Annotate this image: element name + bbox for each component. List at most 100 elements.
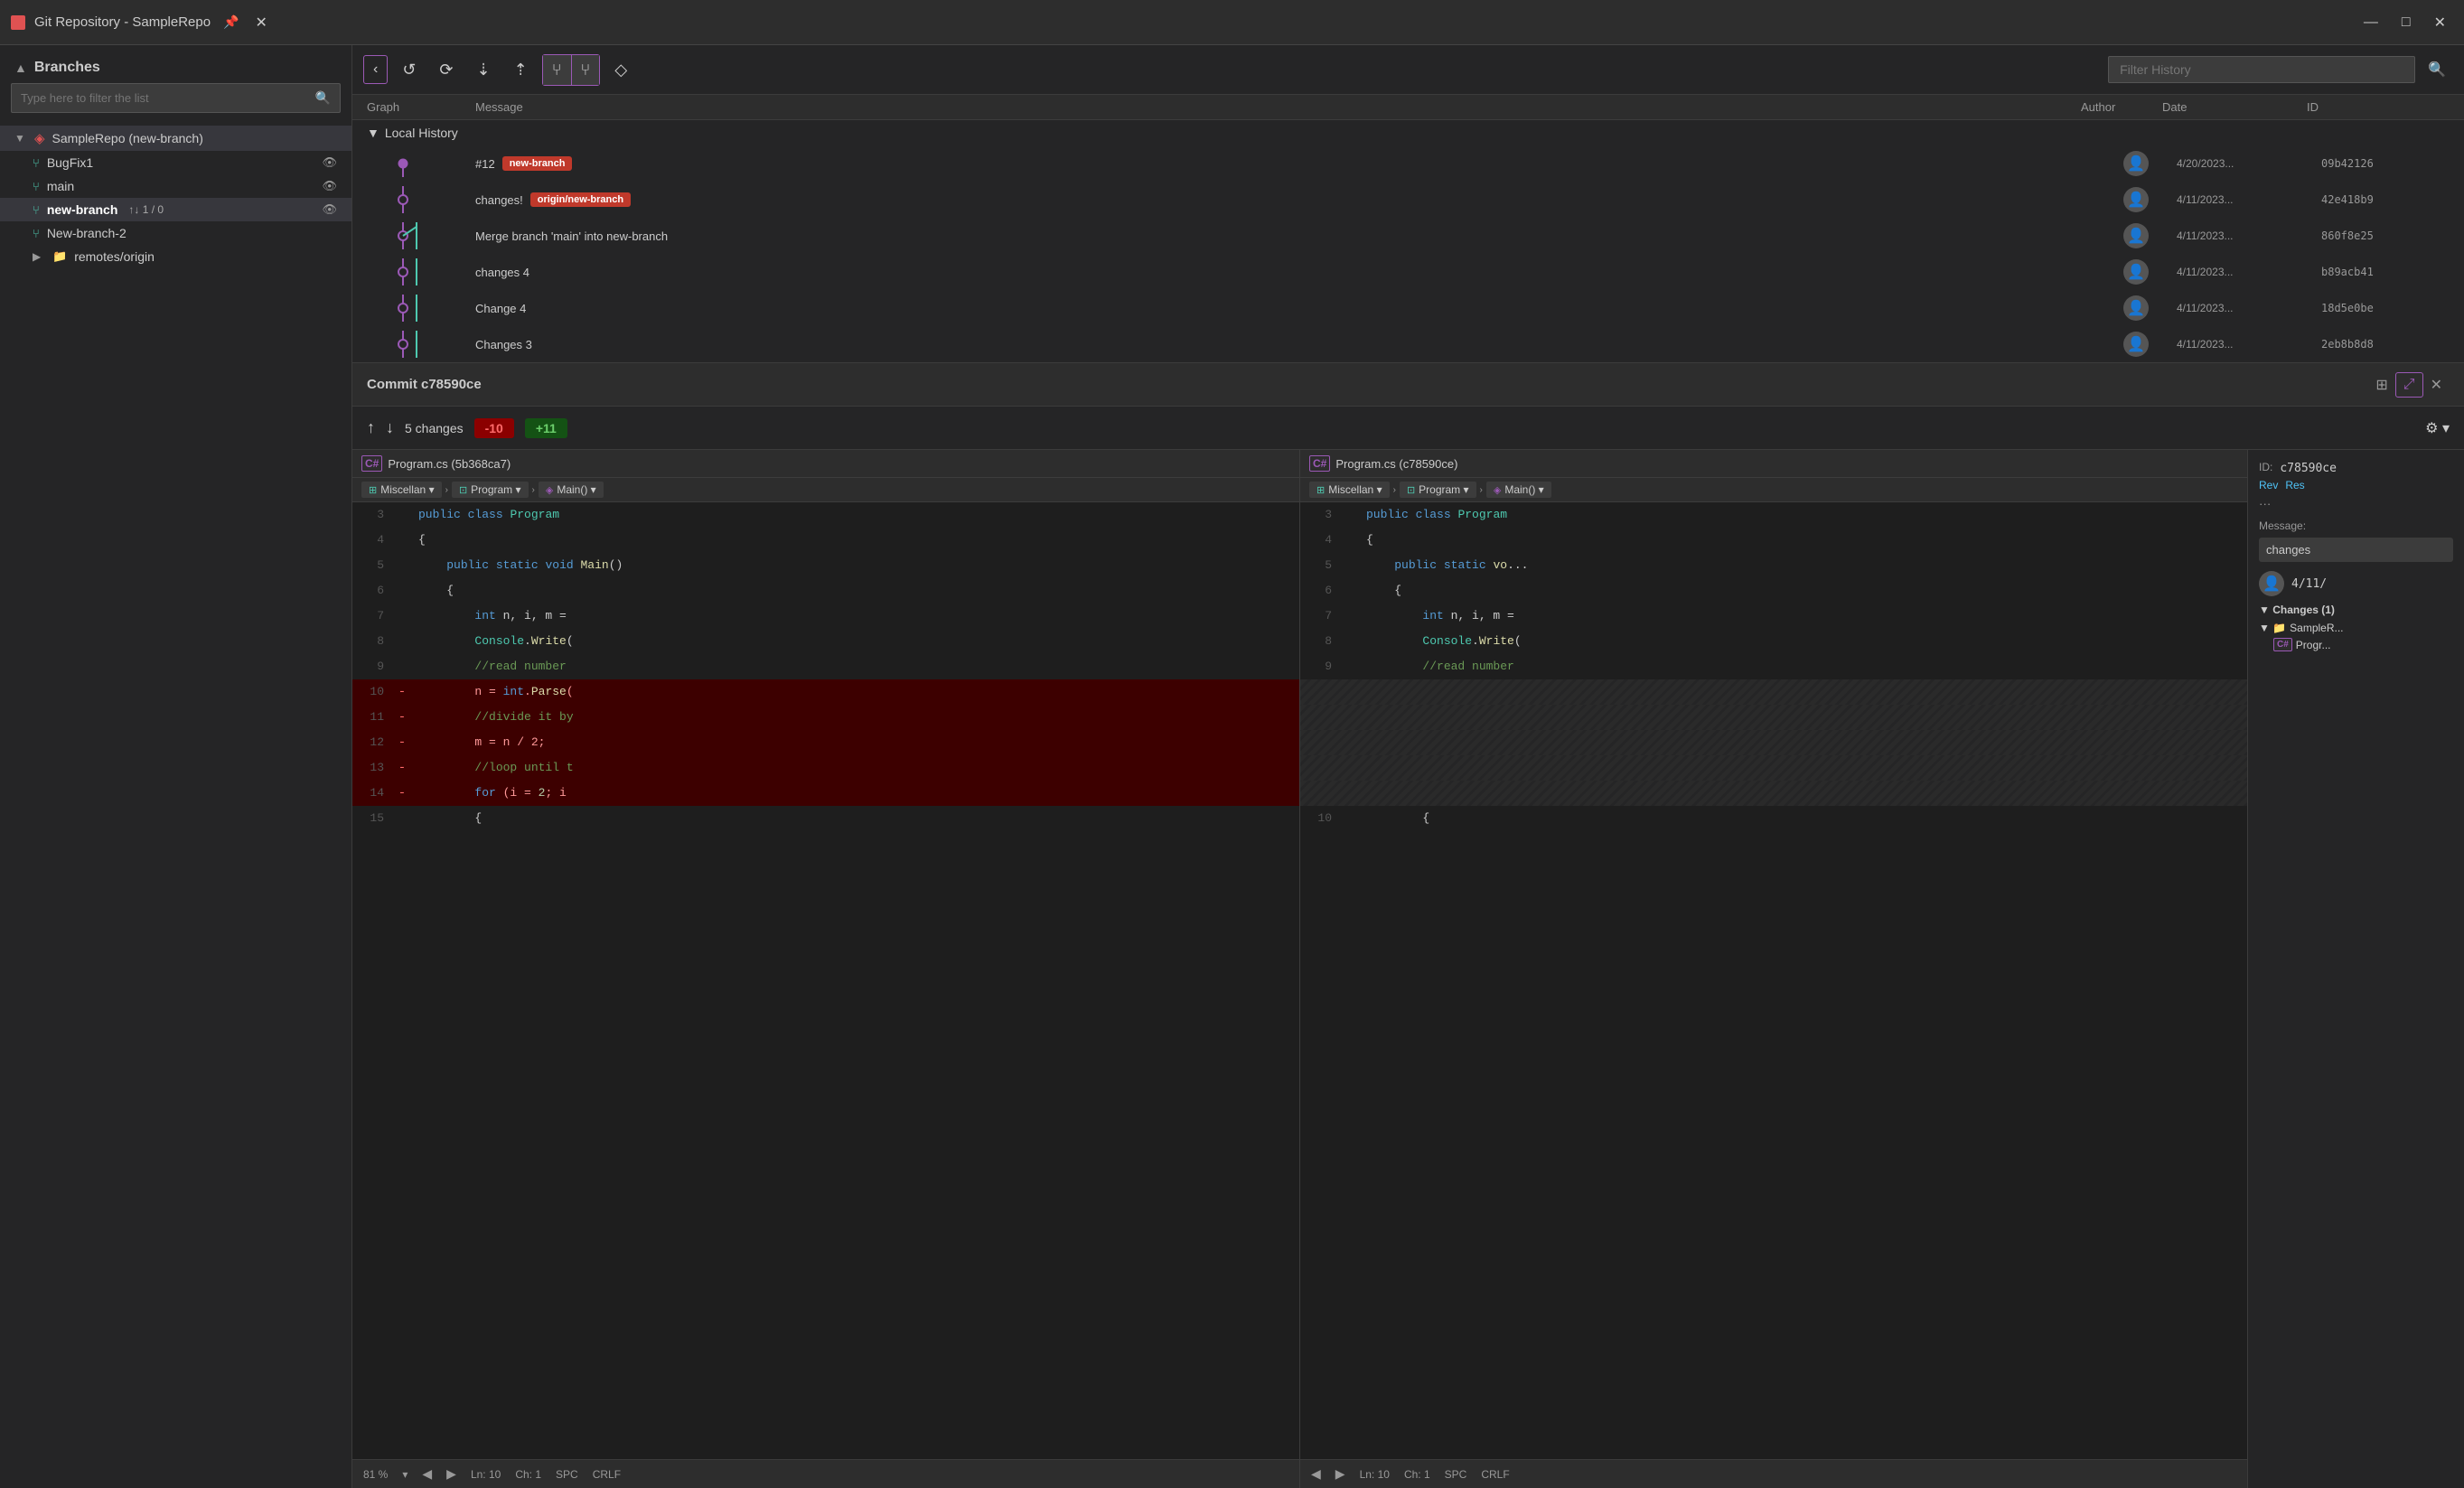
left-code-area[interactable]: 3 public class Program 4 { 5 <box>352 502 1299 1459</box>
branch-label-new-branch-2: New-branch-2 <box>47 226 126 240</box>
commit-row-5[interactable]: Change 4 👤 4/11/2023... 18d5e0be <box>352 290 2464 326</box>
left-panel-header: C# Program.cs (5b368ca7) <box>352 450 1299 478</box>
diff-close-button[interactable]: ✕ <box>2423 372 2450 398</box>
sidebar-item-remotes-origin[interactable]: ▶ 📁 remotes/origin <box>0 245 351 268</box>
message-label: Message: <box>2259 519 2453 532</box>
right-ch: Ch: 1 <box>1404 1468 1430 1481</box>
history-section: ▼ Local History #12 new-branch 👤 <box>352 120 2464 363</box>
folder-icon-remotes: 📁 <box>52 249 67 264</box>
title-bar-close[interactable]: ✕ <box>248 10 275 35</box>
chevron-down-icon: ▼ <box>14 132 27 145</box>
title-bar-close-win[interactable]: ✕ <box>2427 10 2453 35</box>
commit-avatar: 👤 <box>2259 571 2284 596</box>
breadcrumb-method-right[interactable]: ◈ Main() ▾ <box>1486 482 1551 498</box>
right-scroll-right[interactable]: ▶ <box>1335 1466 1345 1482</box>
message-cell-3: Merge branch 'main' into new-branch <box>475 229 2095 243</box>
local-history-header[interactable]: ▼ Local History <box>352 120 2464 145</box>
nav-down-button[interactable]: ↓ <box>386 418 394 437</box>
eye-icon-bugfix1: 👁 <box>322 155 337 170</box>
right-breadcrumb: ⊞ Miscellan ▾ › ⊡ Program ▾ › ◈ Main() ▾ <box>1300 478 2247 502</box>
cs-icon-right: C# <box>1309 455 1330 472</box>
changes-tree-folder[interactable]: ▼ 📁 SampleR... <box>2259 620 2453 636</box>
changes-tree: ▼ Changes (1) ▼ 📁 SampleR... C# Progr... <box>2259 604 2453 653</box>
right-scroll-left[interactable]: ◀ <box>1311 1466 1321 1482</box>
sidebar-item-main[interactable]: ⑂ main 👁 <box>0 174 351 198</box>
commit-message-6: Changes 3 <box>475 338 532 351</box>
settings-button[interactable]: ⚙ ▾ <box>2425 419 2450 437</box>
left-zoom: 81 % <box>363 1468 388 1481</box>
left-scroll-left[interactable]: ◀ <box>422 1466 432 1482</box>
title-bar-maximize[interactable]: □ <box>2394 11 2418 34</box>
commit-row-4[interactable]: changes 4 👤 4/11/2023... b89acb41 <box>352 254 2464 290</box>
right-code-area[interactable]: 3 public class Program 4 { 5 <box>1300 502 2247 1459</box>
tag-button[interactable]: ◇ <box>605 55 636 85</box>
sidebar-search[interactable]: 🔍 <box>11 83 341 113</box>
diff-pin-button[interactable]: ⊞ <box>2368 372 2394 398</box>
repo-root-label: SampleRepo (new-branch) <box>52 131 203 145</box>
breadcrumb-class-right[interactable]: ⊡ Program ▾ <box>1400 482 1476 498</box>
col-author-header: Author <box>2081 100 2162 114</box>
breadcrumb-class-left[interactable]: ⊡ Program ▾ <box>452 482 529 498</box>
col-graph-header: Graph <box>367 100 475 114</box>
left-enc: SPC <box>556 1468 578 1481</box>
left-scroll-right[interactable]: ▶ <box>446 1466 456 1482</box>
search-input[interactable] <box>12 84 306 112</box>
left-file-name: Program.cs (5b368ca7) <box>388 457 511 471</box>
nav-up-button[interactable]: ↑ <box>367 418 375 437</box>
namespace-icon-right: ⊞ <box>1316 484 1325 496</box>
branch-merge-button[interactable]: ⑂ <box>572 55 600 85</box>
filter-history-input[interactable] <box>2108 56 2415 83</box>
breadcrumb-arrow-2-left: › <box>532 485 535 495</box>
diff-expand-button[interactable]: ⤢ <box>2395 372 2423 398</box>
branch-icon-new-branch-2: ⑂ <box>33 227 40 240</box>
diff-section: Commit c78590ce ⊞ ⤢ ✕ ↑ ↓ 5 changes -10 … <box>352 363 2464 1488</box>
details-more-button[interactable]: ··· <box>2259 497 2271 510</box>
commit-row-1[interactable]: #12 new-branch 👤 4/20/2023... 09b42126 <box>352 145 2464 182</box>
back-button[interactable]: ‹ <box>363 55 388 84</box>
filter-search-icon: 🔍 <box>2421 61 2453 79</box>
code-line-left-4: 4 { <box>352 528 1299 553</box>
code-line-right-3: 3 public class Program <box>1300 502 2247 528</box>
push-button[interactable]: ⇡ <box>505 55 537 85</box>
date-cell-4: 4/11/2023... <box>2177 266 2321 278</box>
class-icon-left: ⊡ <box>459 484 467 496</box>
code-line-right-5: 5 public static vo... <box>1300 553 2247 578</box>
graph-svg-2 <box>367 186 439 213</box>
breadcrumb-namespace-right[interactable]: ⊞ Miscellan ▾ <box>1309 482 1390 498</box>
graph-cell-1 <box>367 150 475 177</box>
code-line-left-3: 3 public class Program <box>352 502 1299 528</box>
id-cell-5: 18d5e0be <box>2321 302 2448 314</box>
avatar-4: 👤 <box>2123 259 2149 285</box>
commit-message-5: Change 4 <box>475 302 526 315</box>
commit-row-6[interactable]: Changes 3 👤 4/11/2023... 2eb8b8d8 <box>352 326 2464 362</box>
sidebar-item-repo-root[interactable]: ▼ ◈ SampleRepo (new-branch) <box>0 126 351 151</box>
commit-row-3[interactable]: Merge branch 'main' into new-branch 👤 4/… <box>352 218 2464 254</box>
commit-row-2[interactable]: changes! origin/new-branch 👤 4/11/2023..… <box>352 182 2464 218</box>
sidebar-item-new-branch-2[interactable]: ⑂ New-branch-2 <box>0 221 351 245</box>
method-icon-left: ◈ <box>546 484 553 496</box>
changes-tree-file[interactable]: C# Progr... <box>2259 636 2453 653</box>
right-file-name: Program.cs (c78590ce) <box>1335 457 1457 471</box>
branch-button[interactable]: ⑂ <box>543 55 572 85</box>
col-message-header: Message <box>475 100 2081 114</box>
sidebar-item-new-branch[interactable]: ⑂ new-branch ↑↓ 1 / 0 👁 <box>0 198 351 221</box>
graph-cell-3 <box>367 222 475 249</box>
title-bar-minimize[interactable]: — <box>2356 11 2385 34</box>
commit-message-3: Merge branch 'main' into new-branch <box>475 229 668 243</box>
graph-cell-2 <box>367 186 475 213</box>
code-line-right-9: 9 //read number <box>1300 654 2247 679</box>
breadcrumb-method-left[interactable]: ◈ Main() ▾ <box>539 482 604 498</box>
toolbar: ‹ ↺ ⟳ ⇣ ⇡ ⑂ ⑂ ◇ 🔍 <box>352 45 2464 95</box>
refresh-button[interactable]: ↺ <box>393 55 425 85</box>
graph-svg-1 <box>367 150 439 177</box>
namespace-icon-left: ⊞ <box>369 484 377 496</box>
rev-link[interactable]: Rev <box>2259 479 2278 491</box>
pull-button[interactable]: ⇣ <box>468 55 500 85</box>
code-line-left-10: 10 - n = int.Parse( <box>352 679 1299 705</box>
res-link[interactable]: Res <box>2285 479 2304 491</box>
fetch-button[interactable]: ⟳ <box>430 55 462 85</box>
code-line-right-4: 4 { <box>1300 528 2247 553</box>
method-icon-right: ◈ <box>1494 484 1501 496</box>
sidebar-item-bugfix1[interactable]: ⑂ BugFix1 👁 <box>0 151 351 174</box>
breadcrumb-namespace-left[interactable]: ⊞ Miscellan ▾ <box>361 482 442 498</box>
